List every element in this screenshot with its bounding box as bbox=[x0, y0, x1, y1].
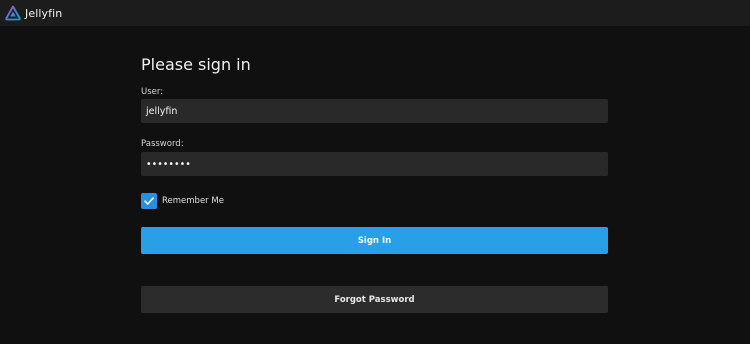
page-title: Please sign in bbox=[141, 55, 251, 74]
password-label: Password: bbox=[141, 139, 184, 149]
user-label: User: bbox=[141, 87, 164, 97]
password-input[interactable]: •••••••• bbox=[141, 152, 608, 176]
app-logo[interactable]: Jellyfin bbox=[5, 5, 62, 21]
forgot-password-button-label: Forgot Password bbox=[334, 294, 415, 305]
remember-me-checkbox[interactable] bbox=[141, 193, 157, 209]
password-input-value: •••••••• bbox=[146, 158, 191, 170]
app-name: Jellyfin bbox=[25, 6, 63, 20]
user-input-value: jellyfin bbox=[146, 105, 178, 117]
remember-me-label: Remember Me bbox=[162, 196, 224, 206]
jellyfin-logo-icon bbox=[5, 5, 21, 21]
sign-in-button[interactable]: Sign In bbox=[141, 227, 608, 254]
forgot-password-button[interactable]: Forgot Password bbox=[141, 286, 608, 313]
remember-me-row[interactable]: Remember Me bbox=[141, 193, 224, 209]
checkmark-icon bbox=[143, 192, 155, 211]
sign-in-button-label: Sign In bbox=[357, 235, 392, 246]
user-input[interactable]: jellyfin bbox=[141, 99, 608, 123]
top-header: Jellyfin bbox=[0, 0, 750, 26]
